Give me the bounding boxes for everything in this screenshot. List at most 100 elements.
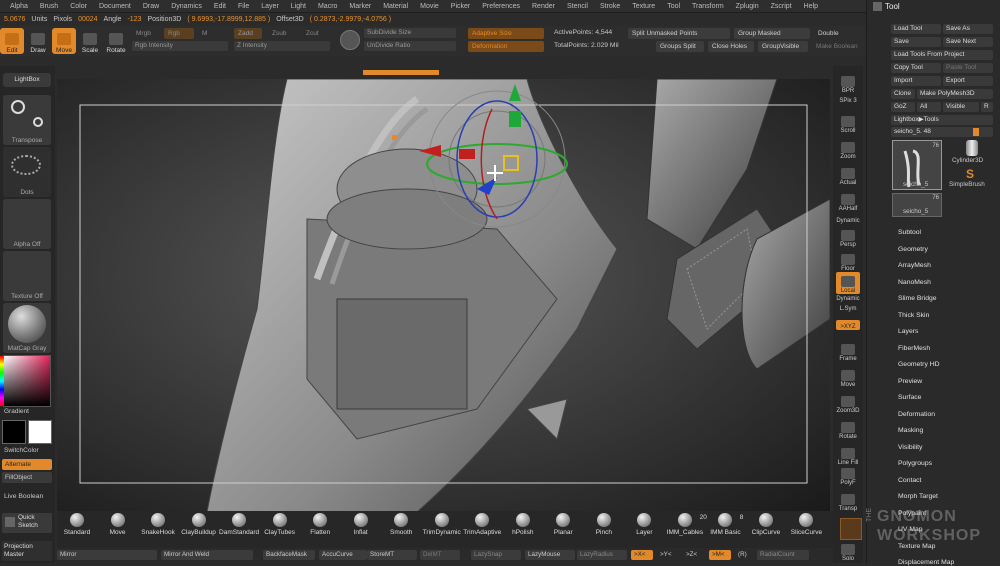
quick-sketch-button[interactable]: Quick Sketch [2, 513, 52, 533]
right-persp-button[interactable]: Persp [836, 226, 860, 248]
goz-r-button[interactable]: R [981, 102, 993, 112]
symmetry-m-button[interactable]: >M< [709, 550, 731, 560]
z-intensity-slider[interactable]: Z Intensity [234, 41, 330, 51]
brush-flatten[interactable]: Flatten [300, 511, 340, 541]
right-zoom3d-button[interactable]: Zoom3D [836, 392, 860, 414]
right-dynamic-button[interactable]: Dynamic [836, 214, 860, 224]
switch-color-button[interactable]: SwitchColor [4, 447, 39, 454]
make-boolean-button[interactable]: Make Boolean [812, 41, 864, 52]
save-as-button[interactable]: Save As [943, 24, 993, 34]
right-xyz-button[interactable]: >XYZ [836, 320, 860, 330]
transpose-button[interactable]: Transpose [3, 95, 51, 145]
mrgb-button[interactable]: Mrgb [132, 28, 162, 39]
brush-clipcurve[interactable]: ClipCurve [746, 511, 786, 541]
right-polyf-button[interactable]: PolyF [836, 464, 860, 486]
menu-item-zplugin[interactable]: Zplugin [730, 3, 765, 10]
right-actual-button[interactable]: Actual [836, 164, 860, 186]
subpalette-polygroups[interactable]: Polygroups [898, 460, 932, 467]
symmetry-z-button[interactable]: >Z< [683, 550, 705, 560]
brush-planar[interactable]: Planar [543, 511, 583, 541]
alternate-button[interactable]: Alternate [2, 459, 52, 470]
accucurve-button[interactable]: AccuCurve [319, 550, 367, 560]
radial-count-slider[interactable]: RadialCount [757, 550, 809, 560]
brush-slicecurve[interactable]: SliceCurve [786, 511, 826, 541]
menu-item-zscript[interactable]: Zscript [765, 3, 798, 10]
save-next-button[interactable]: Save Next [943, 37, 993, 47]
mirror-button[interactable]: Mirror [57, 550, 157, 560]
stroke-dots-button[interactable]: Dots [3, 147, 51, 197]
subpalette-surface[interactable]: Surface [898, 394, 921, 401]
material-button[interactable]: MatCap Gray [3, 303, 51, 353]
symmetry-x-button[interactable]: >X< [631, 550, 653, 560]
menu-item-light[interactable]: Light [285, 3, 312, 10]
deformation-slider[interactable]: Deformation [468, 41, 544, 52]
menu-item-brush[interactable]: Brush [34, 3, 64, 10]
subpalette-morph-target[interactable]: Morph Target [898, 493, 938, 500]
load-tools-from-project-button[interactable]: Load Tools From Project [891, 50, 993, 60]
scale-button[interactable]: Scale [78, 28, 102, 54]
goz-button[interactable]: GoZ [891, 102, 915, 112]
backface-mask-button[interactable]: BackfaceMask [263, 550, 315, 560]
current-tool-slider[interactable]: seicho_5. 48 [891, 127, 993, 137]
viewport-canvas[interactable] [57, 79, 830, 512]
store-mt-button[interactable]: StoreMT [367, 550, 417, 560]
right-transp-button[interactable]: Transp [836, 490, 860, 512]
menu-item-alpha[interactable]: Alpha [4, 3, 34, 10]
make-polymesh3d-button[interactable]: Make PolyMesh3D [917, 89, 993, 99]
brush-layer[interactable]: Layer [624, 511, 664, 541]
menu-item-material[interactable]: Material [377, 3, 414, 10]
move-mode-button[interactable]: Move [52, 28, 76, 54]
subpalette-slime-bridge[interactable]: Slime Bridge [898, 295, 937, 302]
menu-item-render[interactable]: Render [526, 3, 561, 10]
subpalette-contact[interactable]: Contact [898, 477, 921, 484]
menu-item-help[interactable]: Help [798, 3, 824, 10]
alpha-button[interactable]: Alpha Off [3, 199, 51, 249]
group-visible-button[interactable]: GroupVisible [758, 41, 808, 52]
load-tool-button[interactable]: Load Tool [891, 24, 941, 34]
tool-thumbnail-simplebrush[interactable]: S SimpleBrush [946, 167, 996, 191]
lazy-mouse-button[interactable]: LazyMouse [525, 550, 575, 560]
menu-item-stroke[interactable]: Stroke [594, 3, 626, 10]
brush-inflat[interactable]: Inflat [341, 511, 381, 541]
menu-item-color[interactable]: Color [64, 3, 93, 10]
texture-button[interactable]: Texture Off [3, 251, 51, 301]
menu-item-stencil[interactable]: Stencil [561, 3, 594, 10]
right-move-button[interactable]: Move [836, 366, 860, 388]
zcut-button[interactable]: Zcut [302, 28, 330, 39]
color-picker[interactable] [3, 355, 51, 407]
menu-item-preferences[interactable]: Preferences [476, 3, 526, 10]
hue-strip[interactable] [0, 356, 4, 406]
rotate-button[interactable]: Rotate [104, 28, 128, 54]
lightbox-button[interactable]: LightBox [3, 73, 51, 87]
menu-item-edit[interactable]: Edit [208, 3, 232, 10]
right-rotate-button[interactable]: Rotate [836, 418, 860, 440]
right-bpr-button[interactable]: BPR [836, 72, 860, 94]
clone-button[interactable]: Clone [891, 89, 915, 99]
brush-damstandard[interactable]: DamStandard [219, 511, 259, 541]
group-masked-button[interactable]: Group Masked [734, 28, 810, 39]
split-unmasked-points-button[interactable]: Split Unmasked Points [628, 28, 730, 39]
fill-object-button[interactable]: FillObject [2, 472, 52, 483]
m-button[interactable]: M [198, 28, 228, 39]
subpalette-geometry[interactable]: Geometry [898, 246, 928, 253]
close-holes-button[interactable]: Close Holes [708, 41, 754, 52]
del-mt-button[interactable]: DelMT [420, 550, 460, 560]
menu-item-macro[interactable]: Macro [312, 3, 343, 10]
brush-imm-basic[interactable]: IMM Basic 8 [705, 511, 745, 541]
dynamic-subdiv-icon[interactable] [340, 30, 360, 50]
right-line-fill-button[interactable]: Line Fill [836, 444, 860, 466]
right-solo-button[interactable]: Solo [836, 540, 860, 562]
tool-thumbnail-seicho-small[interactable]: 76 seicho_5 [892, 193, 942, 217]
brush-claytubes[interactable]: ClayTubes [260, 511, 300, 541]
menu-item-draw[interactable]: Draw [137, 3, 165, 10]
brush-hpolish[interactable]: hPolish [503, 511, 543, 541]
right-lsym-button[interactable]: L.Sym [836, 302, 860, 312]
brush-snakehook[interactable]: SnakeHook [138, 511, 178, 541]
edit-button[interactable]: Edit [0, 28, 24, 54]
brush-smooth[interactable]: Smooth [381, 511, 421, 541]
subpalette-fibermesh[interactable]: FiberMesh [898, 345, 930, 352]
adaptive-size-slider[interactable]: Adaptive Size [468, 28, 544, 39]
double-button[interactable]: Double [814, 28, 866, 39]
projection-master-button[interactable]: Projection Master [2, 541, 52, 561]
menu-item-marker[interactable]: Marker [343, 3, 377, 10]
